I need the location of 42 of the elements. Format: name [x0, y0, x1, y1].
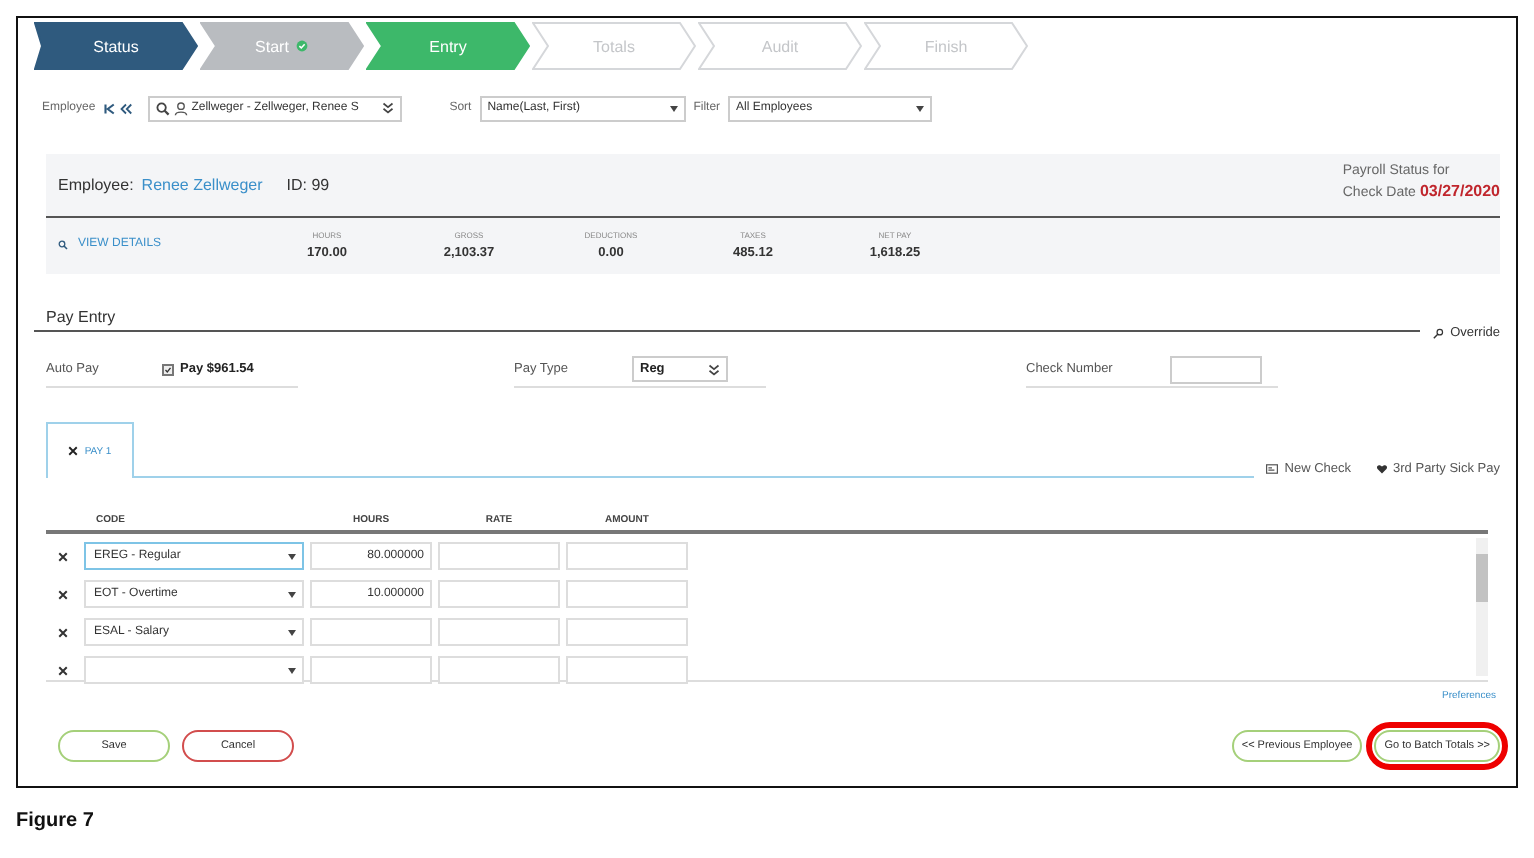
dropdown-icon — [288, 553, 296, 559]
delete-row-icon[interactable] — [57, 665, 67, 675]
rate-field[interactable] — [438, 580, 560, 608]
check-circle-icon — [296, 40, 309, 52]
hours-field[interactable] — [310, 656, 432, 684]
hours-field[interactable] — [310, 618, 432, 646]
dropdown-icon — [288, 667, 296, 673]
delete-row-icon[interactable] — [57, 551, 67, 561]
dropdown-icon — [288, 591, 296, 597]
check-number-field[interactable] — [1170, 355, 1262, 383]
heart-icon — [1375, 464, 1388, 474]
figure-caption: Figure 7 — [16, 810, 96, 832]
section-title: Pay Entry — [34, 308, 1421, 332]
double-chevron-down-icon — [381, 102, 394, 114]
employee-id: ID: 99 — [286, 176, 330, 194]
amount-field[interactable] — [566, 580, 688, 608]
check-document-icon — [1266, 464, 1279, 474]
amount-field[interactable] — [566, 656, 688, 684]
step-tab[interactable]: Status — [34, 22, 198, 70]
first-icon[interactable] — [103, 101, 116, 115]
check-date: 03/27/2020 — [1419, 182, 1500, 200]
dropdown-icon — [916, 105, 925, 111]
rate-field[interactable] — [438, 618, 560, 646]
delete-row-icon[interactable] — [57, 627, 67, 637]
amount-field[interactable] — [566, 618, 688, 646]
scrollbar[interactable] — [1476, 538, 1488, 676]
person-icon — [173, 101, 188, 115]
rate-field[interactable] — [438, 656, 560, 684]
code-select[interactable] — [84, 656, 304, 684]
search-icon — [58, 239, 68, 249]
key-icon — [1432, 327, 1445, 339]
amount-field[interactable] — [566, 542, 688, 570]
double-chevron-down-icon — [708, 363, 720, 375]
employee-label: Employee: — [58, 176, 134, 194]
auto-pay-checkbox[interactable] — [162, 363, 174, 375]
rate-field[interactable] — [438, 542, 560, 570]
double-chevron-left-icon[interactable] — [119, 101, 132, 115]
delete-row-icon[interactable] — [57, 589, 67, 599]
close-icon — [68, 446, 79, 456]
dropdown-icon — [669, 105, 678, 111]
dropdown-icon — [288, 629, 296, 635]
search-icon — [155, 101, 170, 115]
